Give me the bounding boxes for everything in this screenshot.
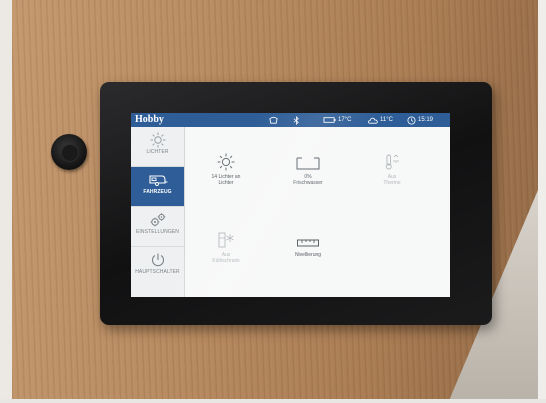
inside-temp: 17°C [323, 113, 351, 127]
gears-icon [150, 213, 165, 227]
tile-water-label: Frischwasser [293, 180, 323, 186]
caravan-icon [148, 175, 167, 186]
nav-label: EINSTELLUNGEN [136, 229, 179, 235]
tile-lights[interactable]: 14 Lichter an Lichter [191, 153, 261, 186]
photo-border [0, 399, 546, 403]
bluetooth-icon [293, 113, 300, 127]
status-bar: Hobby 17°C 11°C 15:19 [131, 113, 450, 127]
nav-label: LICHTER [146, 149, 169, 155]
battery-icon [323, 117, 336, 123]
outside-temp-value: 11°C [380, 117, 393, 123]
tile-climate[interactable]: Aus Therme [357, 153, 427, 186]
sidebar-nav: LICHTER FAHRZEUG EINSTELLUNGEN HAUPTSCHA… [131, 127, 185, 297]
brand-logo: Hobby [135, 114, 164, 125]
sun-icon [150, 132, 165, 148]
vehicle-panel: 14 Lichter an Lichter 0% Frischwasser Au… [185, 127, 450, 297]
tile-fridge[interactable]: Aus Kühlschrank [191, 231, 261, 264]
nav-item-einstellungen[interactable]: EINSTELLUNGEN [131, 207, 184, 247]
tile-climate-label: Therme [383, 180, 401, 186]
nav-item-hauptschalter[interactable]: HAUPTSCHALTER [131, 247, 184, 286]
tile-level-label: Nivellierung [294, 252, 322, 258]
clock: 15:19 [407, 113, 433, 127]
nav-item-fahrzeug[interactable]: FAHRZEUG [131, 167, 184, 207]
outside-temp: 11°C [367, 113, 393, 127]
tank-icon [269, 113, 278, 127]
cloud-icon [367, 117, 378, 124]
inside-temp-value: 17°C [338, 117, 352, 123]
wall-right [538, 0, 546, 403]
sun-icon [217, 153, 235, 171]
tile-water[interactable]: 0% Frischwasser [273, 155, 343, 186]
tile-level[interactable]: Nivellierung [273, 237, 343, 258]
fridge-icon [218, 232, 234, 248]
clock-icon [407, 115, 416, 125]
knob-center [61, 144, 79, 162]
wall-left [0, 0, 12, 403]
level-icon [297, 239, 319, 247]
rotary-knob[interactable] [51, 134, 87, 170]
water-tank-icon [296, 157, 320, 170]
nav-label: HAUPTSCHALTER [135, 269, 180, 275]
touch-screen[interactable]: Hobby 17°C 11°C 15:19 LICHTER FAHRZEUG E… [131, 113, 450, 297]
nav-label: FAHRZEUG [143, 189, 172, 195]
tile-lights-label: Lichter [218, 180, 234, 186]
power-icon [151, 253, 164, 267]
photo-scene: Hobby 17°C 11°C 15:19 LICHTER FAHRZEUG E… [0, 0, 546, 403]
clock-time: 15:19 [418, 117, 434, 123]
thermometer-icon [385, 154, 399, 170]
tile-fridge-label: Kühlschrank [212, 258, 240, 264]
nav-item-lichter[interactable]: LICHTER [131, 127, 184, 167]
